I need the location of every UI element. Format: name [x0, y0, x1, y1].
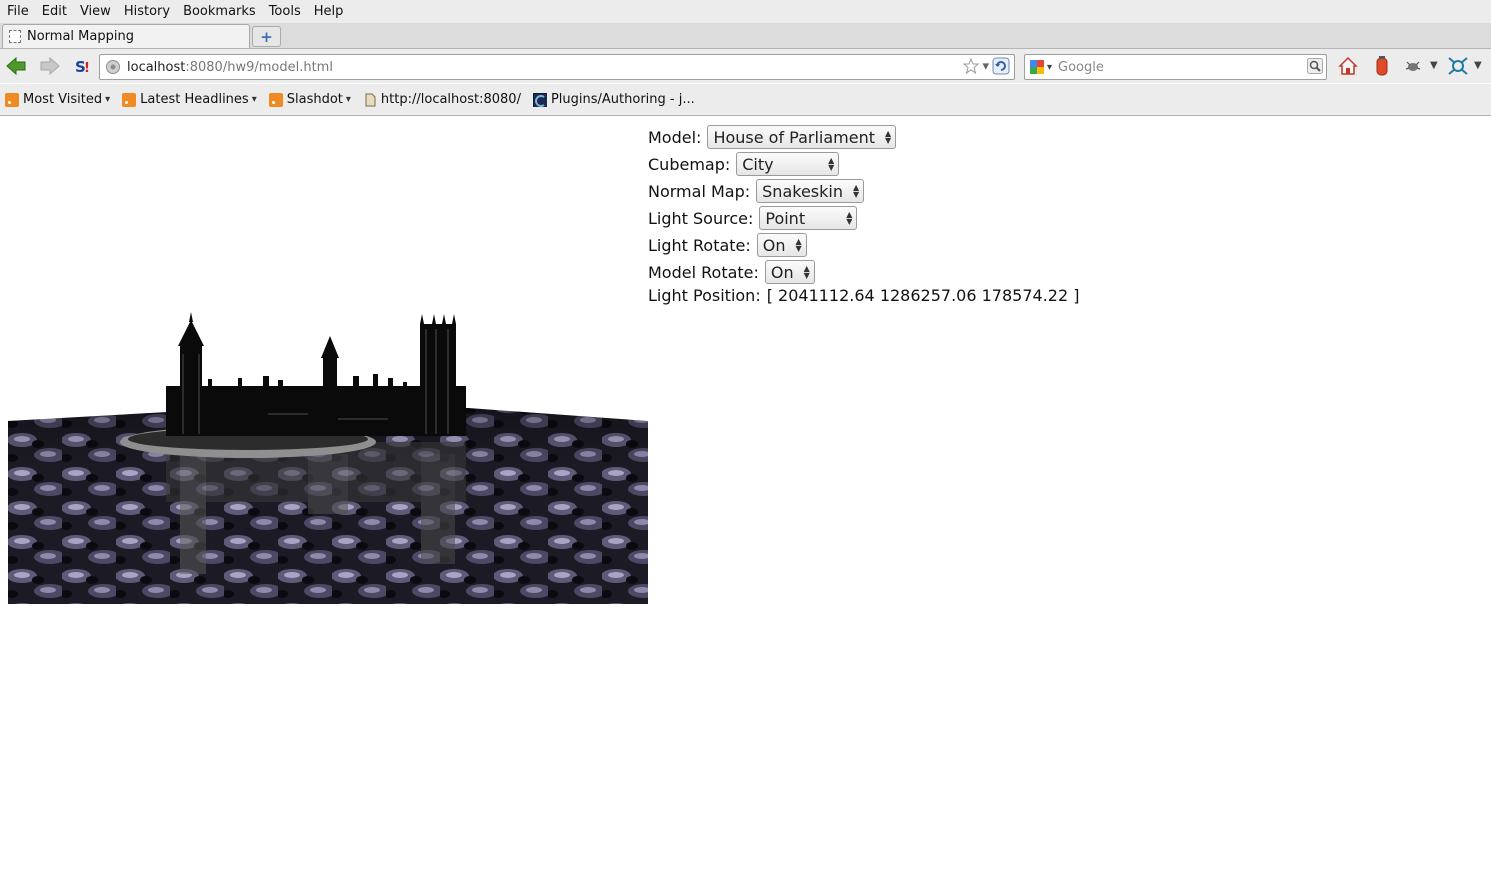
model-rotate-select[interactable]: On ▲ ▼	[764, 260, 815, 284]
blank-page-icon	[9, 30, 21, 43]
stumble-button[interactable]: S !	[71, 55, 93, 77]
light-position-label: Light Position:	[648, 286, 761, 305]
rss-icon	[268, 92, 283, 107]
google-icon	[1030, 60, 1044, 74]
lantern-button[interactable]	[1371, 55, 1393, 77]
url-text: localhost:8080/hw9/model.html	[127, 59, 333, 75]
menu-tools[interactable]: Tools	[262, 4, 307, 19]
cubemap-select-value: City	[742, 154, 774, 174]
forward-button[interactable]	[39, 55, 61, 77]
tab-normal-mapping[interactable]: Normal Mapping	[2, 24, 250, 48]
menu-bar: File Edit View History Bookmarks Tools H…	[0, 0, 1491, 23]
select-arrows-icon: ▲ ▼	[852, 183, 860, 199]
normal-map-select[interactable]: Snakeskin ▲ ▼	[756, 179, 865, 203]
normal-map-label: Normal Map:	[648, 181, 751, 201]
select-arrows-icon: ▲ ▼	[885, 129, 892, 145]
cubemap-row: Cubemap: City ▲ ▼	[648, 152, 840, 176]
lantern-icon	[1376, 56, 1388, 76]
search-engine-dropdown-icon[interactable]: ▾	[1047, 62, 1052, 73]
menu-file[interactable]: File	[0, 4, 35, 19]
tab-title: Normal Mapping	[27, 29, 134, 44]
light-position-value: [ 2041112.64 1286257.06 178574.22 ]	[766, 286, 1080, 305]
back-arrow-icon	[6, 56, 26, 76]
menu-help[interactable]: Help	[307, 4, 350, 19]
light-source-select[interactable]: Point ▲ ▼	[759, 206, 858, 230]
bookmark-localhost[interactable]: http://localhost:8080/	[363, 92, 521, 107]
forward-arrow-icon	[40, 56, 60, 76]
url-actions: ▾	[963, 57, 1010, 75]
magnifier-icon[interactable]	[1307, 58, 1323, 74]
menu-bookmarks[interactable]: Bookmarks	[176, 4, 262, 19]
menu-history[interactable]: History	[117, 4, 176, 19]
site-icon	[532, 92, 547, 107]
light-source-label: Light Source:	[648, 208, 754, 228]
network-addon-button[interactable]	[1447, 55, 1469, 77]
model-rotate-row: Model Rotate: On ▲ ▼	[648, 260, 815, 284]
light-rotate-row: Light Rotate: On ▲ ▼	[648, 233, 807, 257]
bug-icon	[1405, 61, 1421, 71]
network-icon	[1448, 57, 1468, 75]
select-arrows-icon: ▲ ▼	[795, 237, 802, 253]
model-row: Model: House of Parliament ▲ ▼	[648, 125, 897, 149]
rss-icon	[122, 92, 137, 107]
search-bar[interactable]: ▾ Google	[1024, 54, 1327, 80]
bookmark-latest-headlines[interactable]: Latest Headlines ▾	[122, 92, 257, 107]
model-select-value: House of Parliament	[713, 127, 876, 147]
back-button[interactable]	[5, 55, 27, 77]
rendered-scene	[8, 312, 648, 604]
url-bar[interactable]: localhost:8080/hw9/model.html ▾	[99, 54, 1015, 80]
new-tab-button[interactable]: +	[252, 26, 281, 47]
light-rotate-select-value: On	[762, 235, 786, 255]
tab-strip: Normal Mapping +	[0, 23, 1491, 49]
light-rotate-label: Light Rotate:	[648, 235, 751, 255]
model-select[interactable]: House of Parliament ▲ ▼	[707, 125, 897, 149]
parliament-model	[166, 312, 466, 436]
bug-dropdown-icon[interactable]: ▼	[1430, 60, 1438, 71]
chevron-down-icon: ▾	[251, 94, 257, 105]
light-source-row: Light Source: Point ▲ ▼	[648, 206, 858, 230]
light-source-select-value: Point	[765, 208, 806, 228]
rss-folder-icon	[5, 92, 19, 107]
model-rotate-label: Model Rotate:	[648, 262, 759, 282]
network-dropdown-icon[interactable]: ▼	[1474, 60, 1482, 71]
normal-map-select-value: Snakeskin	[762, 181, 843, 201]
bookmarks-toolbar: Most Visited ▾ Latest Headlines ▾ Slashd…	[0, 84, 1491, 116]
select-arrows-icon: ▲ ▼	[846, 210, 853, 226]
bookmark-plugins-authoring[interactable]: Plugins/Authoring - j...	[532, 92, 695, 107]
model-rotate-select-value: On	[770, 262, 794, 282]
bookmark-label: Slashdot	[286, 92, 343, 107]
bug-addon-button[interactable]	[1402, 55, 1424, 77]
light-position-row: Light Position: [ 2041112.64 1286257.06 …	[648, 286, 1079, 305]
bookmark-most-visited[interactable]: Most Visited ▾	[5, 92, 110, 107]
chevron-down-icon: ▾	[105, 94, 111, 105]
menu-view[interactable]: View	[73, 4, 117, 19]
bookmark-label: http://localhost:8080/	[380, 92, 521, 107]
select-arrows-icon: ▲ ▼	[828, 156, 835, 172]
cubemap-select[interactable]: City ▲ ▼	[736, 152, 840, 176]
chevron-down-icon: ▾	[345, 94, 351, 105]
select-arrows-icon: ▲ ▼	[803, 264, 810, 280]
url-history-dropdown-icon[interactable]: ▾	[982, 59, 989, 74]
menu-edit[interactable]: Edit	[35, 4, 73, 19]
home-icon	[1338, 56, 1358, 75]
bookmark-slashdot[interactable]: Slashdot ▾	[268, 92, 351, 107]
search-input[interactable]: Google	[1058, 60, 1104, 75]
normal-map-row: Normal Map: Snakeskin ▲ ▼	[648, 179, 865, 203]
bookmark-label: Plugins/Authoring - j...	[550, 92, 695, 107]
home-button[interactable]	[1337, 55, 1359, 77]
bookmark-star-icon[interactable]	[963, 58, 980, 74]
bookmark-label: Latest Headlines	[140, 92, 249, 107]
cubemap-label: Cubemap:	[648, 154, 731, 174]
navigation-bar: S ! localhost:8080/hw9/model.html ▾ ▾ Go…	[0, 49, 1491, 83]
bookmark-label: Most Visited	[23, 92, 103, 107]
webgl-canvas[interactable]	[8, 124, 648, 604]
globe-icon	[106, 60, 120, 74]
s-logo-icon: S !	[75, 58, 90, 76]
light-rotate-select[interactable]: On ▲ ▼	[756, 233, 807, 257]
svg-text:!: !	[84, 61, 90, 76]
reload-icon[interactable]	[992, 57, 1010, 75]
page-icon	[365, 93, 376, 106]
model-label: Model:	[648, 127, 702, 147]
